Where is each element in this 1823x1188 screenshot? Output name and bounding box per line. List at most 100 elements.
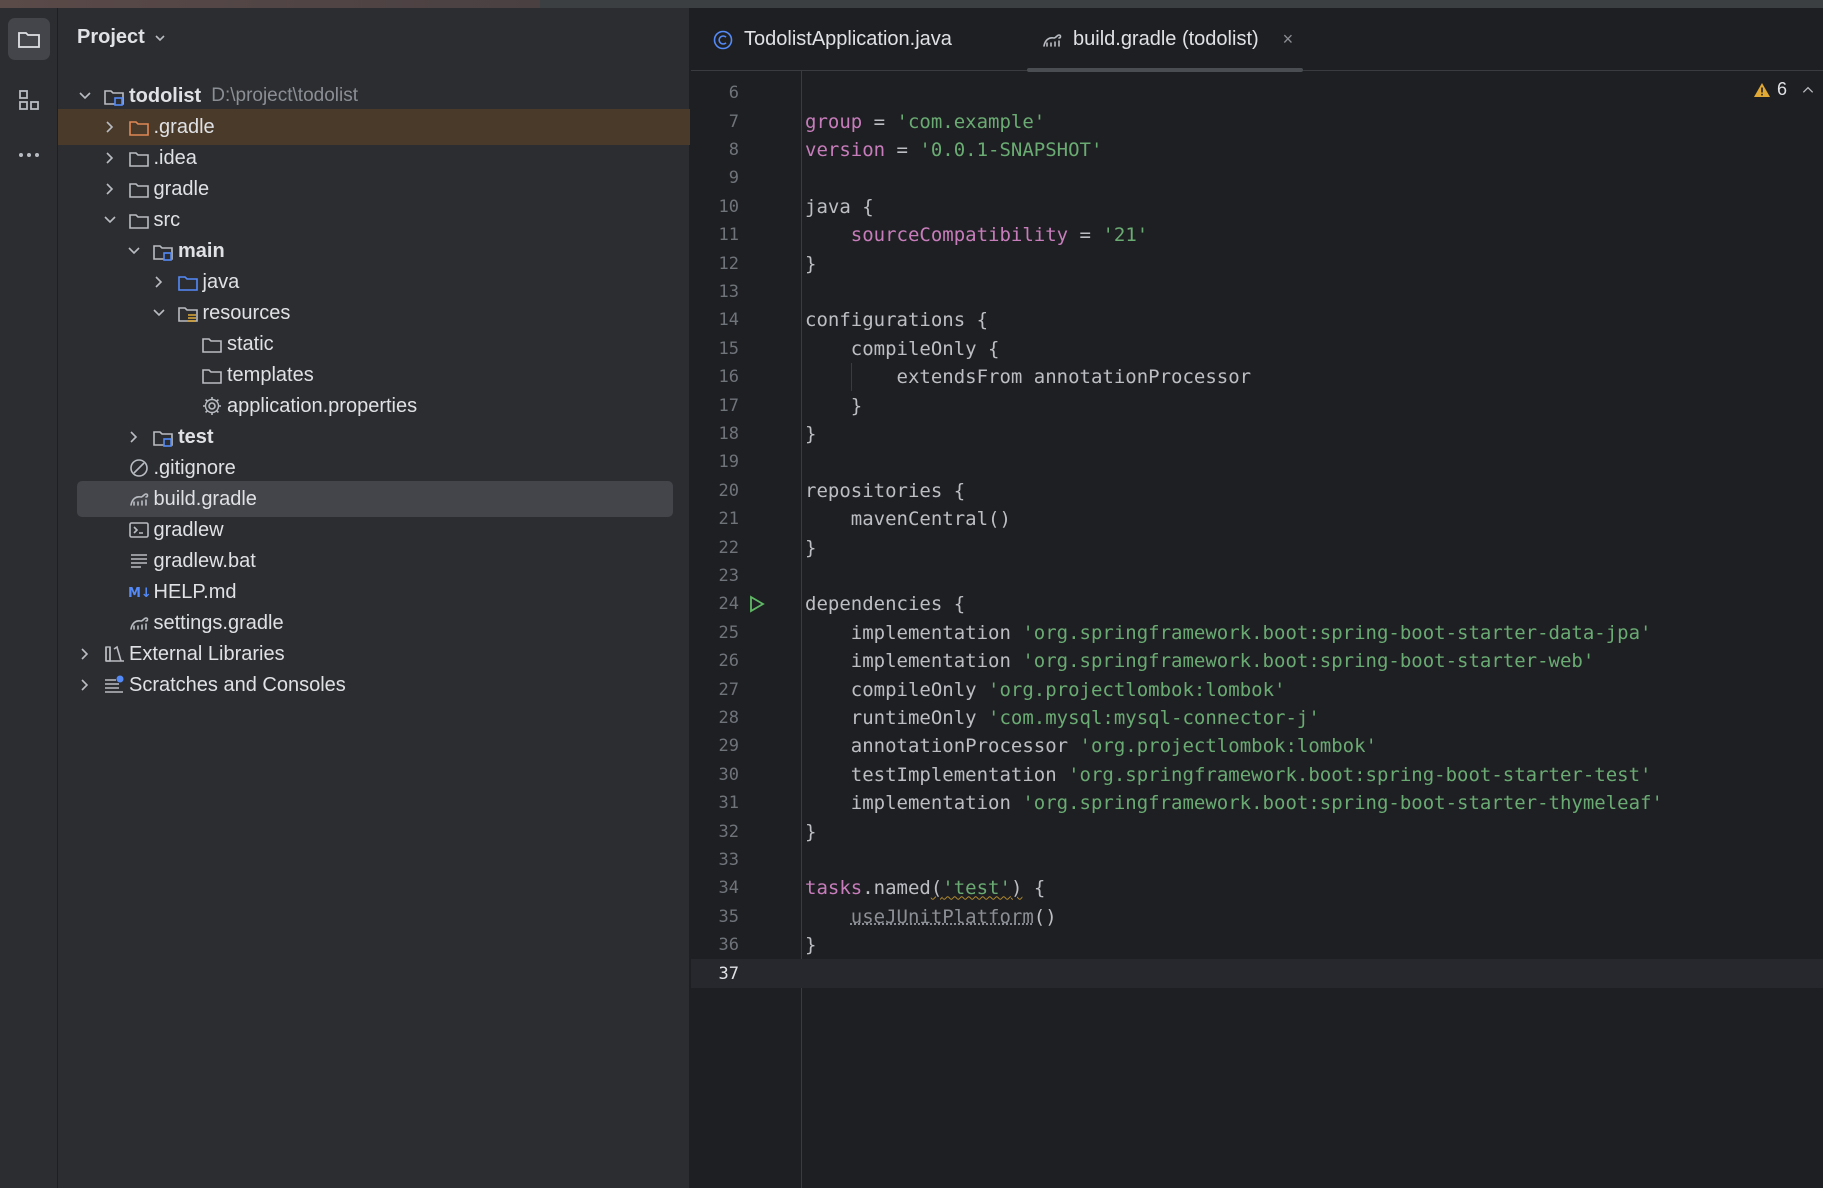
line-number: 9 bbox=[728, 168, 739, 189]
run-icon[interactable] bbox=[747, 595, 765, 613]
tab-todolist-application[interactable]: TodolistApplication.java bbox=[712, 8, 952, 71]
text-file-icon bbox=[130, 554, 147, 568]
line-number: 26 bbox=[718, 651, 739, 672]
activity-bar bbox=[0, 8, 58, 1188]
module-folder-icon bbox=[153, 245, 173, 261]
module-folder-icon bbox=[153, 431, 173, 447]
tree-item-label: static bbox=[227, 332, 274, 355]
code-token: extendsFrom annotationProcessor bbox=[805, 366, 1252, 389]
tab-build-gradle[interactable]: build.gradle (todolist) × bbox=[1027, 8, 1304, 72]
code-token: ) bbox=[1010, 877, 1023, 900]
code-line[interactable]: 8 version = '0.0.1-SNAPSHOT' bbox=[691, 136, 1823, 164]
code-line[interactable]: 30 testImplementation 'org.springframewo… bbox=[691, 761, 1823, 789]
code-token: } bbox=[805, 536, 817, 559]
code-line[interactable]: 16 extendsFrom annotationProcessor bbox=[691, 363, 1823, 391]
structure-icon bbox=[19, 90, 39, 110]
code-line[interactable]: 10 java { bbox=[691, 193, 1823, 221]
code-token: = bbox=[862, 110, 897, 133]
code-line[interactable]: 35 useJUnitPlatform() bbox=[691, 903, 1823, 931]
chevron-right-icon[interactable] bbox=[77, 677, 93, 693]
folder-icon bbox=[18, 32, 40, 48]
chevron-down-icon bbox=[155, 34, 165, 41]
tree-item[interactable]: Scratches and Consoles bbox=[58, 667, 690, 703]
code-line[interactable]: 33 bbox=[691, 846, 1823, 874]
code-token: 'test' bbox=[942, 877, 1011, 900]
code-line[interactable]: 26 implementation 'org.springframework.b… bbox=[691, 647, 1823, 675]
chevron-down-icon[interactable] bbox=[151, 305, 167, 321]
code-line[interactable]: 27 compileOnly 'org.projectlombok:lombok… bbox=[691, 675, 1823, 703]
line-number: 21 bbox=[718, 509, 739, 530]
code-text: } bbox=[805, 423, 816, 445]
code-line[interactable]: 6 bbox=[691, 79, 1823, 107]
code-line[interactable]: 13 bbox=[691, 278, 1823, 306]
code-line[interactable]: 9 bbox=[691, 164, 1823, 192]
code-line[interactable]: 24 dependencies { bbox=[691, 590, 1823, 618]
tree-item-label: resources bbox=[202, 301, 291, 324]
code-text: mavenCentral() bbox=[805, 508, 1011, 530]
chevron-right-icon[interactable] bbox=[102, 181, 118, 197]
code-token: 'org.projectlombok:lombok' bbox=[1079, 735, 1377, 758]
code-line[interactable]: 32} bbox=[691, 817, 1823, 845]
line-number: 10 bbox=[718, 196, 739, 217]
code-line[interactable]: 37 bbox=[691, 959, 1823, 988]
code-token: = bbox=[885, 138, 920, 161]
line-number: 32 bbox=[718, 821, 739, 842]
project-panel-title: Project bbox=[77, 26, 145, 48]
code-line[interactable]: 28 runtimeOnly 'com.mysql:mysql-connecto… bbox=[691, 704, 1823, 732]
code-line[interactable]: 36} bbox=[691, 931, 1823, 959]
line-number: 12 bbox=[718, 253, 739, 274]
code-text: compileOnly { bbox=[805, 338, 1000, 360]
project-panel-header[interactable]: Project bbox=[77, 26, 167, 49]
project-path: D:\project\todolist bbox=[211, 85, 359, 106]
chevron-right-icon[interactable] bbox=[102, 119, 118, 135]
code-line[interactable]: 21 mavenCentral() bbox=[691, 505, 1823, 533]
module-folder-icon bbox=[104, 90, 124, 106]
code-line[interactable]: 14 configurations { bbox=[691, 306, 1823, 334]
tree-item-label: test bbox=[178, 425, 214, 448]
code-line[interactable]: 17 } bbox=[691, 391, 1823, 419]
code-token: '21' bbox=[1102, 224, 1149, 247]
tree-spacer bbox=[102, 491, 118, 507]
code-line[interactable]: 18} bbox=[691, 420, 1823, 448]
line-number: 13 bbox=[718, 281, 739, 302]
code-line[interactable]: 19 bbox=[691, 448, 1823, 476]
code-line[interactable]: 29 annotationProcessor 'org.projectlombo… bbox=[691, 732, 1823, 760]
close-icon[interactable]: × bbox=[1283, 29, 1294, 50]
chevron-down-icon[interactable] bbox=[77, 88, 93, 104]
code-line[interactable]: 11 sourceCompatibility = '21' bbox=[691, 221, 1823, 249]
line-number: 31 bbox=[718, 793, 739, 814]
chevron-down-icon[interactable] bbox=[102, 212, 118, 228]
code-line[interactable]: 22} bbox=[691, 533, 1823, 561]
line-number: 17 bbox=[718, 395, 739, 416]
terminal-icon bbox=[128, 522, 149, 538]
tree-item-label: src bbox=[153, 208, 181, 231]
code-line[interactable]: 31 implementation 'org.springframework.b… bbox=[691, 789, 1823, 817]
code-token: implementation bbox=[805, 792, 1023, 815]
folder-icon bbox=[202, 338, 222, 353]
chevron-right-icon[interactable] bbox=[77, 646, 93, 662]
tree-item-label: gradlew bbox=[153, 518, 224, 541]
code-line[interactable]: 12} bbox=[691, 249, 1823, 277]
code-token: 'org.springframework.boot:spring-boot-st… bbox=[1022, 792, 1663, 815]
code-editor[interactable]: 6 6 7 group = 'com.example' 8 version = '0.0… bbox=[691, 71, 1823, 1188]
chevron-right-icon[interactable] bbox=[151, 274, 167, 290]
chevron-right-icon[interactable] bbox=[102, 150, 118, 166]
code-line[interactable]: 25 implementation 'org.springframework.b… bbox=[691, 619, 1823, 647]
code-line[interactable]: 34 tasks.named('test') { bbox=[691, 874, 1823, 902]
chevron-right-icon[interactable] bbox=[126, 429, 142, 445]
chevron-down-icon[interactable] bbox=[126, 243, 142, 259]
line-number: 25 bbox=[718, 622, 739, 643]
code-token: () bbox=[1033, 905, 1057, 928]
code-line[interactable]: 20 repositories { bbox=[691, 477, 1823, 505]
structure-tool-button[interactable] bbox=[8, 80, 50, 122]
code-text: annotationProcessor 'org.projectlombok:l… bbox=[805, 735, 1377, 757]
tree-item-label: gradlew.bat bbox=[153, 549, 256, 572]
code-line[interactable]: 23 bbox=[691, 562, 1823, 590]
project-tool-button[interactable] bbox=[8, 18, 50, 60]
code-line[interactable]: 15 compileOnly { bbox=[691, 335, 1823, 363]
code-text: implementation 'org.springframework.boot… bbox=[805, 650, 1595, 672]
more-tools-button[interactable] bbox=[8, 134, 50, 176]
code-line[interactable]: 7 group = 'com.example' bbox=[691, 107, 1823, 135]
